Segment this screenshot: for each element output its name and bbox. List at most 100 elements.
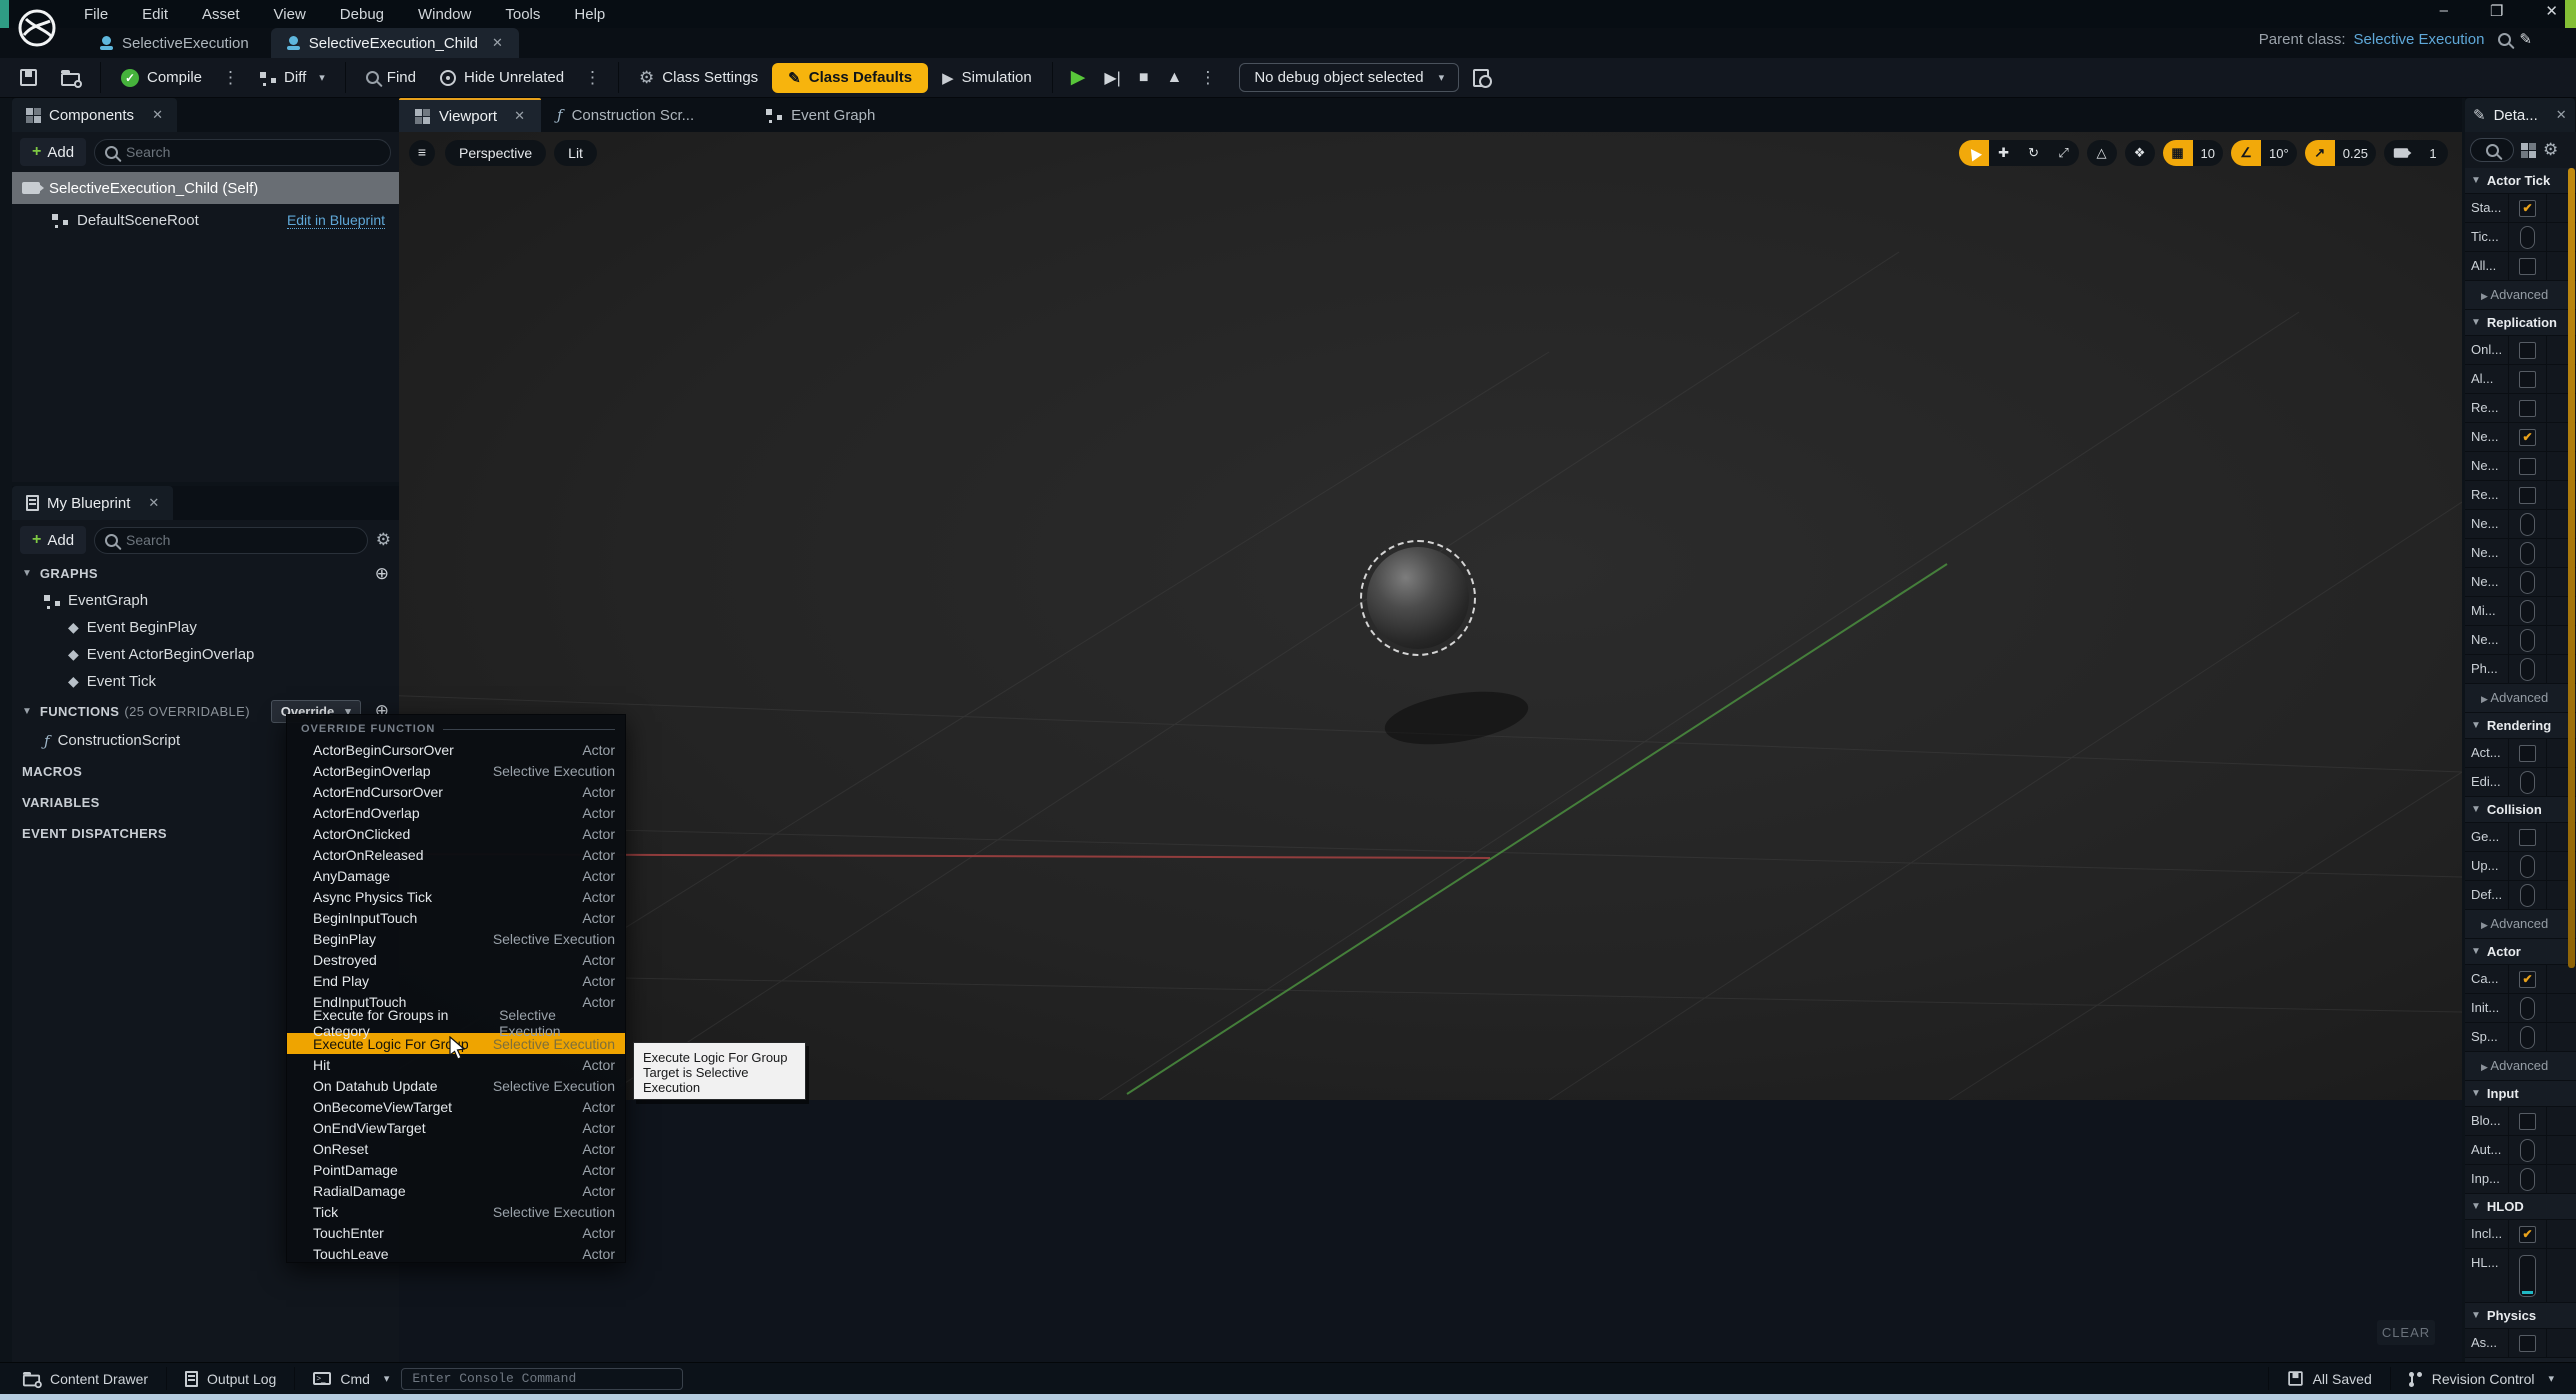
override-menu-item[interactable]: TouchLeave Actor (287, 1243, 625, 1264)
details-section-header[interactable]: ▼Actor (2465, 939, 2576, 965)
tab-close-icon[interactable]: ✕ (514, 108, 525, 124)
play-options-icon[interactable]: ⋮ (1193, 68, 1223, 88)
blueprint-settings-gear-icon[interactable]: ⚙ (376, 530, 391, 550)
my-blueprint-search[interactable] (94, 527, 368, 554)
details-section-header[interactable]: ▼Rendering (2465, 713, 2576, 739)
property-control[interactable] (2509, 452, 2547, 480)
add-graph-icon[interactable]: ⊕ (375, 564, 389, 584)
my-blueprint-tab[interactable]: My Blueprint ✕ (12, 486, 173, 520)
checkbox-icon[interactable] (2520, 1026, 2535, 1049)
tab-viewport[interactable]: Viewport ✕ (399, 98, 541, 132)
override-menu-item[interactable]: OnReset Actor (287, 1138, 625, 1159)
property-control[interactable] (2509, 852, 2547, 880)
checkbox-icon[interactable] (2519, 1255, 2536, 1297)
component-row-self[interactable]: SelectiveExecution_Child (Self) (12, 172, 399, 204)
components-tab[interactable]: Components ✕ (12, 98, 177, 132)
checkbox-icon[interactable] (2519, 429, 2536, 446)
surface-snapping-button[interactable]: ❖ (2125, 140, 2155, 166)
override-menu-item[interactable]: BeginInputTouch Actor (287, 907, 625, 928)
tab-close-icon[interactable]: ✕ (492, 35, 503, 51)
override-menu-item[interactable]: ActorEndOverlap Actor (287, 802, 625, 823)
override-menu-item[interactable]: TouchEnter Actor (287, 1222, 625, 1243)
hide-unrelated-button[interactable]: Hide Unrelated (430, 63, 574, 92)
move-tool-button[interactable]: ✚ (1989, 140, 2019, 166)
tab-selective-execution-child[interactable]: SelectiveExecution_Child ✕ (271, 28, 519, 58)
property-control[interactable] (2509, 539, 2547, 567)
class-defaults-button[interactable]: ✎ Class Defaults (772, 63, 928, 93)
scale-snap-value[interactable]: 0.25 (2335, 140, 2376, 166)
lit-dropdown[interactable]: Lit (554, 140, 597, 166)
components-search[interactable] (94, 139, 391, 166)
details-settings-gear-icon[interactable]: ⚙ (2543, 140, 2558, 160)
override-menu-item[interactable]: ActorEndCursorOver Actor (287, 781, 625, 802)
stop-button[interactable]: ■ (1132, 69, 1156, 87)
find-parent-class-icon[interactable] (2498, 33, 2511, 46)
checkbox-icon[interactable] (2520, 855, 2535, 878)
hide-unrelated-options-icon[interactable]: ⋮ (578, 68, 608, 88)
checkbox-icon[interactable] (2519, 1226, 2536, 1243)
content-drawer-button[interactable]: Content Drawer (10, 1363, 160, 1394)
checkbox-icon[interactable] (2520, 1139, 2535, 1162)
menu-item[interactable]: File (84, 6, 108, 23)
component-row-scene-root[interactable]: DefaultSceneRoot Edit in Blueprint (12, 204, 399, 236)
override-menu-item[interactable]: PointDamage Actor (287, 1159, 625, 1180)
override-menu-item[interactable]: ActorBeginOverlap Selective Execution (287, 760, 625, 781)
event-actorbeginoverlap-item[interactable]: ◆ Event ActorBeginOverlap (12, 641, 399, 668)
checkbox-icon[interactable] (2519, 1113, 2536, 1130)
revision-control-button[interactable]: Revision Control ▾ (2397, 1363, 2566, 1394)
checkbox-icon[interactable] (2520, 513, 2535, 536)
checkbox-icon[interactable] (2519, 400, 2536, 417)
close-button[interactable]: ✕ (2545, 2, 2558, 20)
checkbox-icon[interactable] (2519, 371, 2536, 388)
property-control[interactable] (2509, 252, 2547, 280)
checkbox-icon[interactable] (2520, 1168, 2535, 1191)
property-control[interactable] (2509, 655, 2547, 683)
graphs-section-header[interactable]: ▼ GRAPHS ⊕ (12, 560, 399, 587)
property-control[interactable] (2509, 1329, 2547, 1357)
checkbox-icon[interactable] (2520, 571, 2535, 594)
panel-close-icon[interactable]: ✕ (2556, 107, 2567, 123)
panel-close-icon[interactable]: ✕ (148, 495, 159, 511)
checkbox-icon[interactable] (2519, 745, 2536, 762)
grid-snap-value[interactable]: 10 (2193, 140, 2223, 166)
details-scrollbar[interactable] (2568, 168, 2575, 968)
edit-in-blueprint-link[interactable]: Edit in Blueprint (287, 212, 385, 229)
console-command-input[interactable] (401, 1368, 683, 1390)
property-control[interactable] (2509, 423, 2547, 451)
override-menu-item[interactable]: OnEndViewTarget Actor (287, 1117, 625, 1138)
compile-button[interactable]: ✓ Compile (111, 63, 212, 93)
override-menu-item[interactable]: Destroyed Actor (287, 949, 625, 970)
checkbox-icon[interactable] (2519, 971, 2536, 988)
checkbox-icon[interactable] (2520, 629, 2535, 652)
parent-class-link[interactable]: Selective Execution (2354, 31, 2485, 48)
menu-item[interactable]: View (274, 6, 306, 23)
tab-event-graph[interactable]: Event Graph (750, 98, 891, 132)
checkbox-icon[interactable] (2519, 1335, 2536, 1352)
tab-selective-execution[interactable]: SelectiveExecution (84, 28, 265, 58)
menu-item[interactable]: Tools (505, 6, 540, 23)
menu-item[interactable]: Help (574, 6, 605, 23)
event-tick-item[interactable]: ◆ Event Tick (12, 668, 399, 695)
details-section-header[interactable]: ▼Physics (2465, 1303, 2576, 1329)
frame-skip-button[interactable]: ▶| (1097, 68, 1127, 88)
viewport-menu-icon[interactable]: ≡ (409, 140, 435, 166)
checkbox-icon[interactable] (2520, 600, 2535, 623)
tab-construction-script[interactable]: ƒ Construction Scr... (541, 98, 710, 132)
menu-item[interactable]: Edit (142, 6, 168, 23)
play-button[interactable]: ▶ (1063, 66, 1094, 89)
rotation-snap-toggle[interactable]: ∠ (2231, 140, 2261, 166)
scale-tool-button[interactable]: ⤢ (2049, 140, 2079, 166)
panel-close-icon[interactable]: ✕ (152, 107, 163, 123)
event-beginplay-item[interactable]: ◆ Event BeginPlay (12, 614, 399, 641)
3d-viewport[interactable]: ≡ Perspective Lit ✚ ↻ ⤢ △ ❖ ▦ 10 ∠ 10° ↗ (399, 132, 2462, 1100)
clear-button[interactable]: CLEAR (2377, 1320, 2435, 1345)
details-section-header[interactable]: ▼Replication (2465, 310, 2576, 336)
compile-options-icon[interactable]: ⋮ (216, 68, 246, 88)
property-control[interactable] (2509, 1136, 2547, 1164)
override-menu-item[interactable]: Tick Selective Execution (287, 1201, 625, 1222)
my-blueprint-search-input[interactable] (126, 532, 357, 548)
property-control[interactable] (2509, 1165, 2547, 1193)
camera-speed-icon[interactable] (2384, 140, 2418, 166)
menu-item[interactable]: Window (418, 6, 471, 23)
checkbox-icon[interactable] (2520, 997, 2535, 1020)
